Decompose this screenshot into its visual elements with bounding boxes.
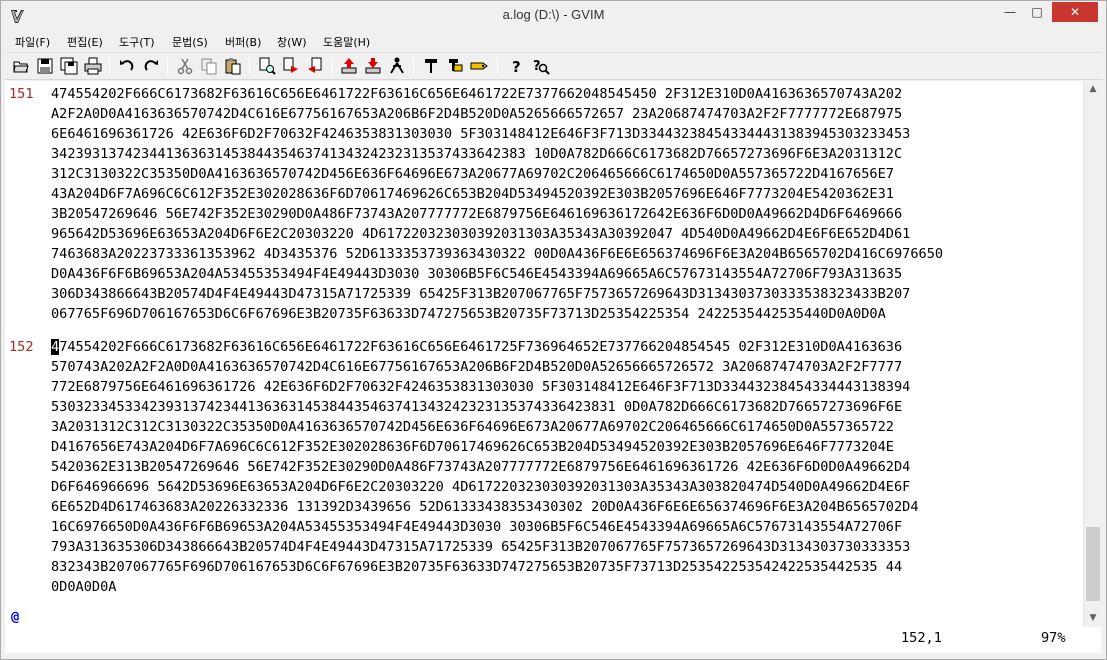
text-row: 306D343866643B20574D4F4E49443D47315A7172…	[51, 286, 911, 302]
menu-buffers[interactable]: 버퍼(B)	[225, 34, 261, 50]
scroll-percent: 97%	[1041, 630, 1066, 646]
line-number: 151	[9, 86, 34, 102]
text-row: 16C6976650D0A436F6F6B69653A204A534553534…	[51, 519, 903, 535]
menu-bar: 파일(F) 편집(E) 도구(T) 문법(S) 버퍼(B) 창(W) 도움말(H…	[5, 32, 1103, 52]
jump-tag-icon[interactable]	[469, 56, 489, 76]
menu-file[interactable]: 파일(F)	[15, 34, 50, 50]
redo-icon[interactable]	[141, 56, 161, 76]
find-replace-icon[interactable]	[257, 56, 277, 76]
copy-icon[interactable]	[199, 56, 219, 76]
toolbar-separator	[413, 57, 414, 75]
open-icon[interactable]	[11, 56, 31, 76]
svg-text:?: ?	[512, 58, 521, 76]
toolbar-separator	[497, 57, 498, 75]
toolbar-separator	[167, 57, 168, 75]
text-row: 3A2031312C312C3130322C35350D0A4163636570…	[51, 419, 894, 435]
build-tags-icon[interactable]	[445, 56, 465, 76]
text-row: D0A436F6F6B69653A204A53455353494F4E49443…	[51, 266, 903, 282]
save-all-icon[interactable]	[59, 56, 79, 76]
text-row: 6E6461696361726 42E636F6D2F70632F4246353…	[51, 126, 911, 142]
print-icon[interactable]	[83, 56, 103, 76]
close-button[interactable]: ✕	[1052, 2, 1098, 22]
maximize-button[interactable]: □	[1024, 2, 1050, 22]
end-of-line-marker: @	[11, 609, 20, 625]
command-line[interactable]: 152,1 97%	[5, 627, 1101, 653]
minimize-button[interactable]: —	[997, 2, 1023, 22]
cut-icon[interactable]	[175, 56, 195, 76]
text-cursor[interactable]: 4	[51, 339, 60, 355]
help-icon[interactable]: ?	[507, 56, 527, 76]
text-row: D6F646966696 5642D53696E63653A204D6F6E2C…	[51, 479, 911, 495]
save-session-icon[interactable]	[363, 56, 383, 76]
text-row: 43A204D6F7A696C6C612F352E302028636F6D706…	[51, 186, 894, 202]
menu-edit[interactable]: 편집(E)	[67, 34, 103, 50]
run-script-icon[interactable]	[387, 56, 407, 76]
text-row: 832343B207067765F696D706167653D6C6F67696…	[51, 559, 903, 575]
menu-syntax[interactable]: 문법(S)	[172, 34, 208, 50]
text-row: 474554202F666C6173682F63616C656E6461722F…	[51, 86, 903, 102]
load-session-icon[interactable]	[339, 56, 359, 76]
text-row: 7463683A20223733361353962 4D3435376 52D6…	[51, 246, 944, 262]
text-row: 3B20547269646 56E742F352E30290D0A486F737…	[51, 206, 903, 222]
cursor-position: 152,1	[901, 630, 942, 646]
make-icon[interactable]	[421, 56, 441, 76]
text-row: 5420362E313B20547269646 56E742F352E30290…	[51, 459, 911, 475]
toolbar-separator	[109, 57, 110, 75]
title-bar[interactable]: a.log (D:\) - GVIM — □ ✕	[1, 1, 1106, 32]
text-row: 570743A202A2F2A0D0A4163636570742D4C616E6…	[51, 359, 903, 375]
text-row: 5303233453342393137423441363631453844354…	[51, 399, 903, 415]
text-row: 067765F696D706167653D6C6F67696E3B20735F6…	[51, 306, 886, 322]
text-row: 312C3130322C35350D0A4163636570742D456E63…	[51, 166, 894, 182]
toolbar: ? ?	[5, 52, 1103, 80]
toolbar-separator	[331, 57, 332, 75]
window-title: a.log (D:\) - GVIM	[502, 7, 605, 22]
find-next-icon[interactable]	[281, 56, 301, 76]
paste-icon[interactable]	[223, 56, 243, 76]
text-row: 0D0A0D0A	[51, 579, 117, 595]
text-row-rest: 74554202F666C6173682F63616C656E6461722F6…	[59, 339, 903, 355]
scrollbar-thumb[interactable]	[1086, 527, 1100, 601]
save-icon[interactable]	[35, 56, 55, 76]
line-number: 152	[9, 339, 34, 355]
text-row: A2F2A0D0A4163636570742D4C616E67756167653…	[51, 106, 903, 122]
vertical-scrollbar[interactable]: ▲ ▼	[1083, 81, 1101, 627]
text-row: 3423931374234413636314538443546374134324…	[51, 146, 903, 162]
menu-help[interactable]: 도움말(H)	[323, 34, 370, 50]
editor-buffer[interactable]: 151 474554202F666C6173682F63616C656E6461…	[5, 81, 1083, 627]
scroll-down-icon[interactable]: ▼	[1084, 610, 1102, 627]
menu-tools[interactable]: 도구(T)	[119, 34, 155, 50]
undo-icon[interactable]	[117, 56, 137, 76]
toolbar-separator	[249, 57, 250, 75]
gvim-window: a.log (D:\) - GVIM — □ ✕ 파일(F) 편집(E) 도구(…	[0, 0, 1107, 660]
text-row: 6E652D4D617463683A20226332336 131392D343…	[51, 499, 919, 515]
text-row: 474554202F666C6173682F63616C656E6461722F…	[51, 337, 1081, 357]
find-prev-icon[interactable]	[305, 56, 325, 76]
text-row: 793A313635306D343866643B20574D4F4E49443D…	[51, 539, 911, 555]
scroll-up-icon[interactable]: ▲	[1084, 81, 1102, 98]
text-row: D4167656E743A204D6F7A696C6C612F352E30202…	[51, 439, 894, 455]
text-row: 772E6879756E6461696361726 42E636F6D2F706…	[51, 379, 911, 395]
find-help-icon[interactable]: ?	[531, 56, 551, 76]
text-row: 965642D53696E63653A204D6F6E2C20303220 4D…	[51, 226, 911, 242]
menu-window[interactable]: 창(W)	[277, 34, 307, 50]
